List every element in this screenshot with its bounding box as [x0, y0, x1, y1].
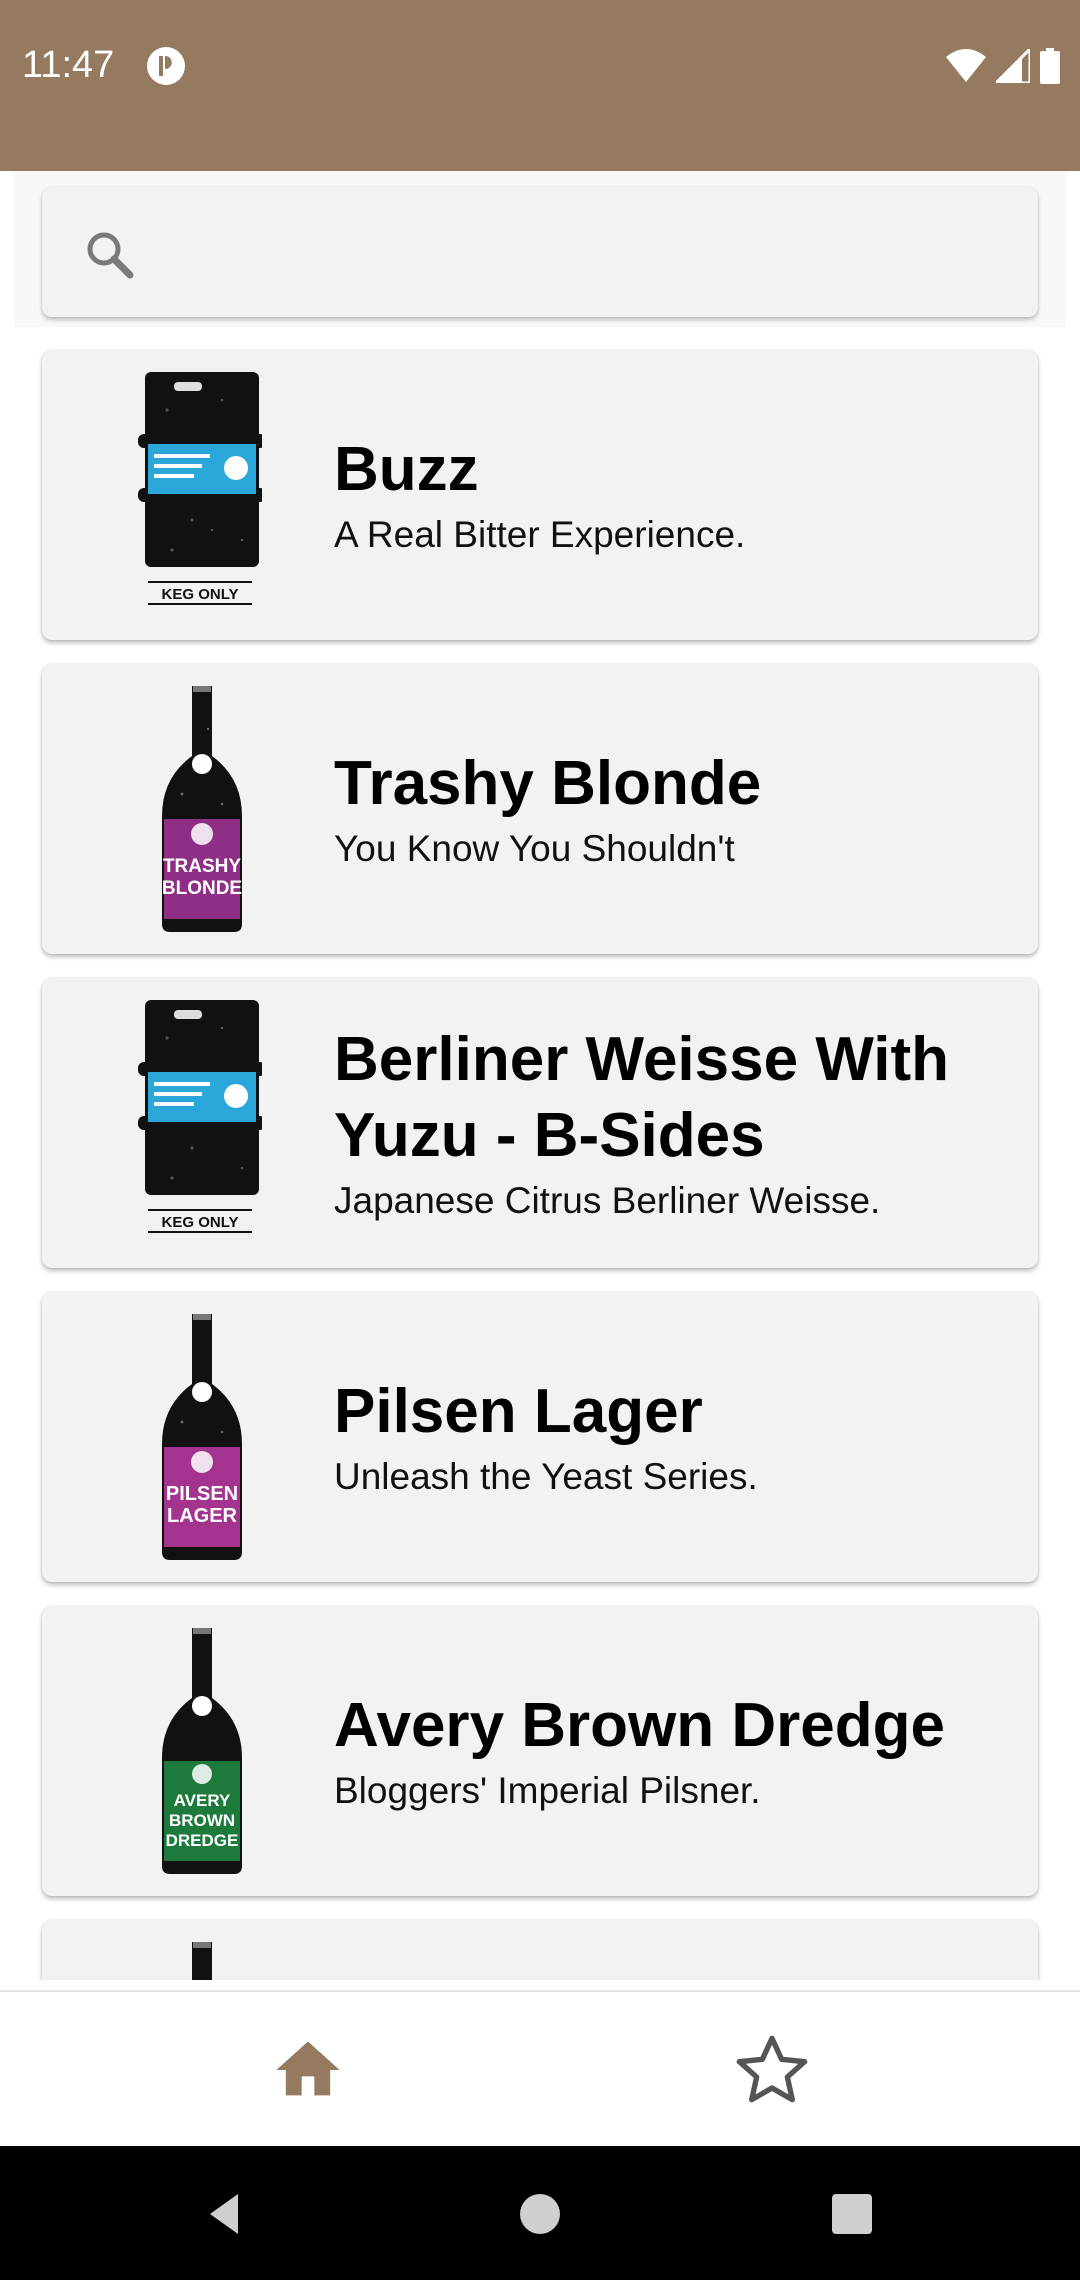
beer-name: Trashy Blonde [334, 749, 762, 818]
beer-name: Pilsen Lager [334, 1377, 703, 1446]
svg-text:PILSEN: PILSEN [166, 1483, 238, 1505]
beer-name: Avery Brown Dredge [334, 1691, 945, 1760]
home-circle-icon[interactable] [512, 2186, 568, 2242]
svg-text:AVERY: AVERY [174, 1791, 231, 1810]
bottle-image: PILSEN LAGER [162, 1314, 242, 1560]
bottom-navigation [0, 1990, 1080, 2148]
search-icon [87, 232, 134, 279]
card-text: Pilsen Lager Unleash the Yeast Series. [334, 1292, 998, 1582]
home-icon[interactable] [270, 2032, 346, 2108]
status-bar: 11:47 [0, 0, 1080, 171]
search-bar[interactable] [42, 187, 1038, 317]
svg-text:TRASHY: TRASHY [163, 856, 241, 877]
beer-tagline: A Real Bitter Experience. [334, 514, 746, 555]
search-container [14, 171, 1066, 327]
beer-tagline: Bloggers' Imperial Pilsner. [334, 1770, 761, 1811]
card-text: Berliner Weisse With Yuzu - B-Sides Japa… [334, 978, 998, 1268]
card-text: Avery Brown Dredge Bloggers' Imperial Pi… [334, 1606, 998, 1896]
beer-card-avery-brown-dredge[interactable]: AVERY BROWN DREDGE Avery Brown Dredge Bl… [42, 1606, 1038, 1896]
status-icons [946, 46, 1060, 86]
star-outline-icon[interactable] [732, 2030, 812, 2110]
svg-text:BLONDE: BLONDE [162, 878, 242, 899]
recents-square-icon[interactable] [824, 2186, 880, 2242]
beer-name: Berliner Weisse With Yuzu - B-Sides [334, 1025, 950, 1170]
beer-tagline: You Know You Shouldn't [334, 828, 735, 869]
battery-icon [1040, 48, 1060, 84]
app-notification-icon [147, 47, 185, 85]
search-input[interactable] [162, 217, 1006, 289]
beer-card-buzz[interactable]: KEG ONLY Buzz A Real Bitter Experience. [42, 350, 1038, 640]
bottle-image: AVERY BROWN DREDGE [162, 1628, 242, 1874]
beer-card-partial[interactable] [42, 1920, 1038, 1980]
svg-text:DREDGE: DREDGE [166, 1831, 239, 1850]
back-icon[interactable] [198, 2186, 254, 2242]
beer-tagline: Unleash the Yeast Series. [334, 1456, 758, 1497]
keg-only-label: KEG ONLY [162, 586, 239, 603]
keg-only-label: KEG ONLY [162, 1214, 239, 1231]
card-text: Buzz A Real Bitter Experience. [334, 350, 998, 640]
cell-signal-icon [996, 49, 1030, 83]
svg-text:LAGER: LAGER [167, 1505, 238, 1527]
system-navigation-bar [0, 2146, 1080, 2280]
keg-image: KEG ONLY [138, 372, 262, 605]
beer-card-berliner-weisse[interactable]: KEG ONLY Berliner Weisse With Yuzu - B-S… [42, 978, 1038, 1268]
keg-image: KEG ONLY [138, 1000, 262, 1233]
beer-name: Buzz [334, 435, 479, 504]
status-time: 11:47 [22, 44, 115, 86]
wifi-icon [946, 49, 986, 82]
card-text: Trashy Blonde You Know You Shouldn't [334, 664, 998, 954]
beer-card-trashy-blonde[interactable]: TRASHY BLONDE Trashy Blonde You Know You… [42, 664, 1038, 954]
bottle-image: TRASHY BLONDE [162, 686, 242, 932]
beer-list-screen: KEG ONLY Buzz A Real Bitter Experience. … [0, 171, 1080, 1980]
bottle-image [192, 1942, 212, 1980]
svg-text:BROWN: BROWN [169, 1811, 235, 1830]
beer-card-pilsen-lager[interactable]: PILSEN LAGER Pilsen Lager Unleash the Ye… [42, 1292, 1038, 1582]
beer-tagline: Japanese Citrus Berliner Weisse. [334, 1180, 881, 1221]
